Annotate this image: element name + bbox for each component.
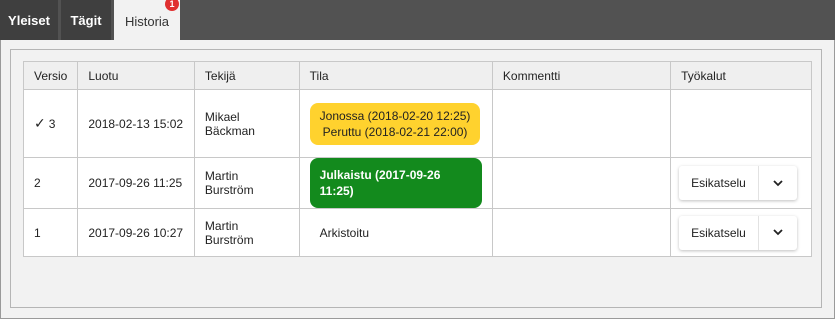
tab-historia[interactable]: Historia 1: [114, 0, 180, 42]
created-cell: 2018-02-13 15:02: [77, 89, 195, 158]
created-cell: 2017-09-26 10:27: [77, 208, 195, 257]
status-line: Jonossa (2018-02-20 12:25): [319, 108, 471, 123]
check-icon: ✓: [34, 115, 46, 131]
tab-bar: Yleiset Tägit Historia 1: [0, 0, 835, 42]
header-tila: Tila: [298, 61, 493, 90]
chevron-down-icon: [773, 229, 783, 236]
tab-yleiset[interactable]: Yleiset: [0, 0, 58, 40]
status-cell: Arkistoitu: [298, 208, 493, 257]
history-box: Versio Luotu Tekijä Tila Kommentti Työka…: [10, 49, 822, 308]
version-number: 3: [48, 117, 56, 131]
header-luotu: Luotu: [77, 61, 195, 90]
history-table: Versio Luotu Tekijä Tila Kommentti Työka…: [22, 61, 812, 257]
tools-cell: Esikatselu: [670, 157, 812, 209]
comment-cell: [491, 208, 672, 257]
created-cell: 2017-09-26 11:25: [77, 157, 195, 209]
status-badge: Julkaistu (2017-09-26 11:25): [309, 158, 482, 208]
chevron-down-icon: [773, 179, 783, 186]
tools-cell: [670, 89, 812, 158]
author-cell: Mikael Bäckman: [193, 89, 300, 158]
version-cell: ✓ 3: [22, 89, 79, 158]
table-header-row: Versio Luotu Tekijä Tila Kommentti Työka…: [22, 61, 812, 90]
header-tyokalut: Työkalut: [670, 61, 812, 90]
tab-tagit[interactable]: Tägit: [61, 0, 111, 40]
status-text: Arkistoitu: [319, 225, 370, 240]
dropdown-toggle-button[interactable]: [759, 166, 797, 200]
dropdown-toggle-button[interactable]: [759, 216, 797, 250]
tools-button-group: Esikatselu: [679, 215, 797, 250]
header-kommentti: Kommentti: [491, 61, 672, 90]
preview-button[interactable]: Esikatselu: [679, 166, 759, 200]
tab-historia-label: Historia: [124, 13, 170, 29]
tools-button-group: Esikatselu: [679, 166, 797, 200]
status-line: Peruttu (2018-02-21 22:00): [322, 124, 468, 139]
notification-badge: 1: [165, 0, 179, 11]
comment-cell: [491, 157, 672, 209]
preview-button[interactable]: Esikatselu: [679, 215, 759, 250]
version-cell: 2: [22, 157, 79, 209]
history-panel: Versio Luotu Tekijä Tila Kommentti Työka…: [0, 40, 835, 319]
status-cell: Jonossa (2018-02-20 12:25) Peruttu (2018…: [298, 89, 493, 158]
tools-cell: Esikatselu: [670, 208, 812, 257]
comment-cell: [491, 89, 672, 158]
header-versio: Versio: [22, 61, 79, 90]
tab-yleiset-label: Yleiset: [8, 12, 50, 28]
header-tekija: Tekijä: [193, 61, 300, 90]
tab-tagit-label: Tägit: [70, 12, 102, 28]
version-cell: 1: [22, 208, 79, 257]
status-badge: Jonossa (2018-02-20 12:25) Peruttu (2018…: [309, 102, 481, 145]
status-cell: Julkaistu (2017-09-26 11:25): [298, 157, 493, 209]
author-cell: Martin Burström: [193, 208, 300, 257]
table-row: 2 2017-09-26 11:25 Martin Burström Julka…: [22, 157, 812, 209]
author-cell: Martin Burström: [193, 157, 300, 209]
table-row: ✓ 3 2018-02-13 15:02 Mikael Bäckman Jonos…: [22, 89, 812, 158]
table-row: 1 2017-09-26 10:27 Martin Burström Arkis…: [22, 208, 812, 257]
